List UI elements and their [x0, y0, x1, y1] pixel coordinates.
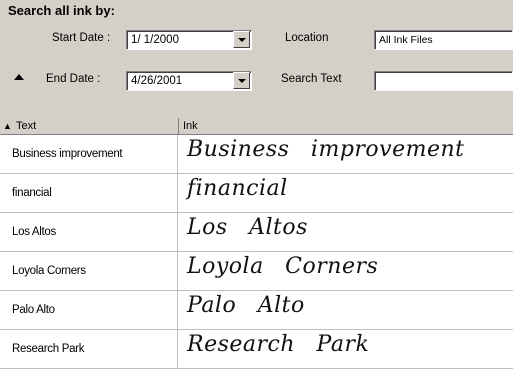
column-header-text[interactable]: ▲︎ Text [0, 118, 179, 134]
row-ink-cell: Research Park [179, 330, 513, 368]
end-date-dropdown-button[interactable] [233, 72, 250, 89]
handwritten-ink: Palo Alto [187, 293, 305, 318]
search-text-label: Search Text [281, 73, 342, 85]
handwritten-ink: Business improvement [187, 137, 465, 162]
table-row[interactable]: Research Park Research Park [0, 330, 513, 369]
handwritten-ink: Research Park [187, 332, 370, 357]
row-ink-cell: Business improvement [179, 135, 513, 173]
row-text: Loyola Corners [0, 252, 178, 290]
table-row[interactable]: Business improvement Business improvemen… [0, 135, 513, 174]
table-row[interactable]: Palo Alto Palo Alto [0, 291, 513, 330]
row-ink-cell: Loyola Corners [179, 252, 513, 290]
start-date-value: 1/ 1/2000 [131, 34, 179, 46]
handwritten-ink: Los Altos [187, 215, 308, 240]
row-ink-cell: financial [179, 174, 513, 212]
row-ink-cell: Palo Alto [179, 291, 513, 329]
table-row[interactable]: Loyola Corners Loyola Corners [0, 252, 513, 291]
end-date-value: 4/26/2001 [131, 75, 183, 87]
row-text: Business improvement [0, 135, 178, 173]
row-text: Los Altos [0, 213, 178, 251]
location-label: Location [285, 32, 329, 44]
search-panel: Search all ink by: Start Date : 1/ 1/200… [0, 0, 513, 119]
start-date-dropdown-button[interactable] [233, 31, 250, 48]
end-date-label: End Date : [46, 73, 101, 85]
column-header-ink-label: Ink [183, 120, 198, 132]
search-text-input[interactable] [374, 71, 513, 91]
panel-title: Search all ink by: [8, 3, 115, 18]
handwritten-ink: financial [187, 176, 288, 201]
column-header-text-label: Text [16, 120, 37, 132]
ink-results-list: Business improvement Business improvemen… [0, 135, 513, 369]
table-row[interactable]: Los Altos Los Altos [0, 213, 513, 252]
chevron-down-icon [237, 78, 246, 83]
collapse-up-icon[interactable] [14, 74, 24, 80]
chevron-down-icon [237, 37, 246, 42]
row-text: financial [0, 174, 178, 212]
column-header-ink[interactable]: Ink [179, 118, 513, 134]
sort-icon: ▲︎ [3, 121, 12, 131]
table-row[interactable]: financial financial [0, 174, 513, 213]
grid-header: ▲︎ Text Ink [0, 118, 513, 135]
location-value: All Ink Files [379, 34, 433, 46]
start-date-label: Start Date : [52, 32, 111, 44]
row-text: Palo Alto [0, 291, 178, 329]
handwritten-ink: Loyola Corners [187, 254, 379, 279]
row-ink-cell: Los Altos [179, 213, 513, 251]
row-text: Research Park [0, 330, 178, 368]
location-field[interactable]: All Ink Files [374, 30, 513, 50]
